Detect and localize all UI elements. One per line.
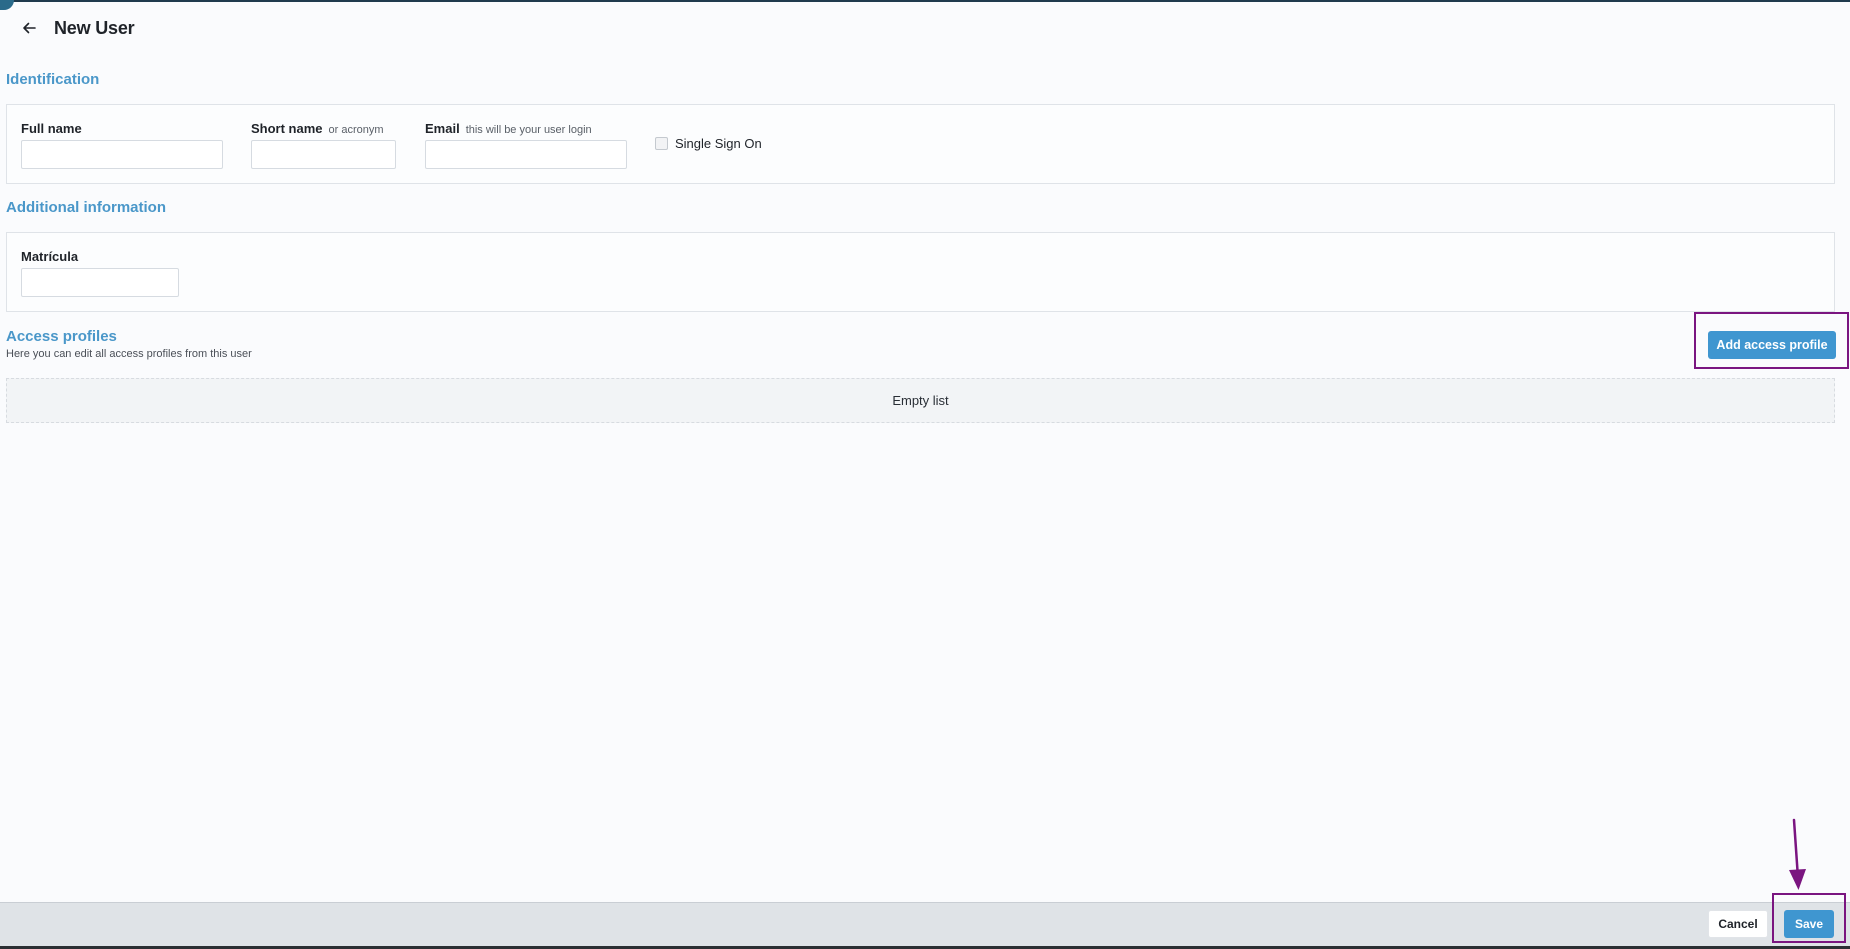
additional-info-panel: Matrícula xyxy=(6,232,1835,312)
access-profiles-section-title: Access profiles xyxy=(6,328,117,345)
email-input[interactable] xyxy=(425,140,627,169)
additional-info-section-title: Additional information xyxy=(6,199,166,216)
add-access-profile-button[interactable]: Add access profile xyxy=(1708,331,1836,359)
full-name-input[interactable] xyxy=(21,140,223,169)
access-profiles-subtitle: Here you can edit all access profiles fr… xyxy=(6,348,252,360)
sso-checkbox[interactable] xyxy=(655,137,668,150)
arrow-left-icon[interactable] xyxy=(18,17,40,39)
page-title: New User xyxy=(54,17,135,38)
email-hint: this will be your user login xyxy=(465,124,592,136)
short-name-hint: or acronym xyxy=(328,124,384,136)
save-button[interactable]: Save xyxy=(1784,910,1834,938)
matricula-input[interactable] xyxy=(21,268,179,297)
sso-label: Single Sign On xyxy=(675,136,762,151)
sso-toggle[interactable]: Single Sign On xyxy=(655,136,762,151)
email-label: Email this will be your user login xyxy=(425,121,592,136)
identification-section-title: Identification xyxy=(6,71,100,88)
short-name-input[interactable] xyxy=(251,140,396,169)
access-profiles-empty-list: Empty list xyxy=(6,378,1835,423)
identification-panel: Full name Short name or acronym Email this… xyxy=(6,104,1835,184)
empty-list-text: Empty list xyxy=(892,393,949,408)
footer-bar xyxy=(0,902,1850,947)
annotation-arrow-icon xyxy=(1789,818,1806,890)
cancel-button[interactable]: Cancel xyxy=(1708,910,1768,938)
page-header: New User xyxy=(18,14,135,42)
short-name-label: Short name or acronym xyxy=(251,121,384,136)
window-top-edge xyxy=(0,0,1850,10)
matricula-label: Matrícula xyxy=(21,249,79,264)
full-name-label: Full name xyxy=(21,121,82,136)
